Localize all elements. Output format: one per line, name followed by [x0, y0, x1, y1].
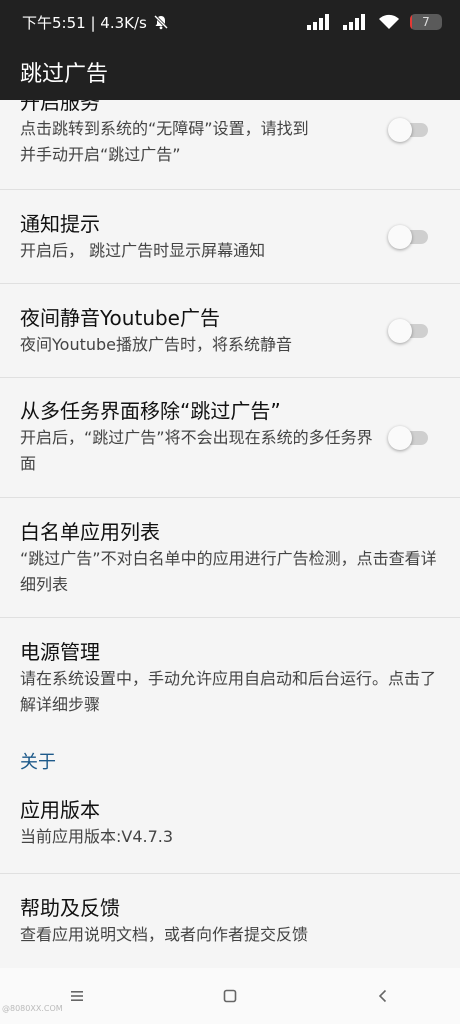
pref-youtube-mute[interactable]: 夜间静音Youtube广告 夜间Youtube播放广告时，将系统静音 [0, 284, 460, 378]
pref-summary: 请在系统设置中，手动允许应用自启动和后台运行。点击了解详细步骤 [20, 669, 437, 714]
battery-level: 7 [422, 15, 430, 29]
pref-remove-from-recents[interactable]: 从多任务界面移除“跳过广告” 开启后，“跳过广告”将不会出现在系统的多任务界面 [0, 378, 460, 498]
nav-back-button[interactable] [363, 976, 403, 1016]
category-about: 关于 [0, 736, 460, 782]
battery-indicator: 7 [410, 14, 442, 30]
settings-list[interactable]: 开启服务 点击跳转到系统的“无障碍”设置，请找到并手动开启“跳过广告” 通知提示… [0, 100, 460, 968]
nav-home-button[interactable] [210, 976, 250, 1016]
pref-accessibility-service[interactable]: 开启服务 点击跳转到系统的“无障碍”设置，请找到并手动开启“跳过广告” [0, 100, 460, 190]
pref-title: 开启服务 [20, 100, 100, 114]
home-square-icon [223, 989, 237, 1003]
watermark: @8080XX.COM [2, 1004, 63, 1013]
app-bar: 跳过广告 [0, 44, 460, 100]
pref-summary: 查看应用说明文档，或者向作者提交反馈 [20, 925, 309, 944]
youtube-mute-switch[interactable] [388, 319, 428, 343]
status-time-speed: 下午5:51 | 4.3K/s [22, 13, 147, 32]
pref-summary: 开启后，“跳过广告”将不会出现在系统的多任务界面 [20, 428, 373, 473]
status-right: 7 [306, 14, 442, 30]
pref-whitelist[interactable]: 白名单应用列表 “跳过广告”不对白名单中的应用进行广告检测，点击查看详细列表 [0, 498, 460, 618]
page-title: 跳过广告 [20, 62, 109, 87]
bell-off-icon [153, 14, 168, 30]
status-left: 下午5:51 | 4.3K/s [22, 12, 169, 33]
remove-from-recents-switch[interactable] [388, 426, 428, 450]
pref-summary: “跳过广告”不对白名单中的应用进行广告检测，点击查看详细列表 [20, 549, 437, 594]
battery-fill [410, 14, 413, 30]
pref-power-management[interactable]: 电源管理 请在系统设置中，手动允许应用自启动和后台运行。点击了解详细步骤 [0, 618, 460, 736]
category-title: 关于 [20, 752, 56, 773]
pref-title: 白名单应用列表 [20, 520, 160, 544]
pref-summary: 夜间Youtube播放广告时，将系统静音 [20, 335, 292, 354]
pref-title: 帮助及反馈 [20, 896, 120, 920]
pref-summary: 当前应用版本:V4.7.3 [20, 827, 174, 846]
pref-title: 从多任务界面移除“跳过广告” [20, 399, 281, 423]
pref-app-version[interactable]: 应用版本 当前应用版本:V4.7.3 [0, 782, 460, 874]
pref-help-feedback[interactable]: 帮助及反馈 查看应用说明文档，或者向作者提交反馈 [0, 874, 460, 966]
signal-icon [343, 14, 365, 30]
pref-summary: 开启后， 跳过广告时显示屏幕通知 [20, 241, 266, 260]
back-chevron-icon [379, 989, 387, 1003]
pref-title: 通知提示 [20, 212, 100, 236]
pref-title: 应用版本 [20, 798, 100, 822]
pref-title: 电源管理 [20, 640, 100, 664]
status-bar: 下午5:51 | 4.3K/s 7 [0, 0, 460, 44]
pref-title: 夜间静音Youtube广告 [20, 306, 220, 330]
menu-icon [70, 991, 83, 1001]
accessibility-service-switch[interactable] [388, 118, 428, 142]
wifi-icon [379, 14, 399, 29]
pref-notification[interactable]: 通知提示 开启后， 跳过广告时显示屏幕通知 [0, 190, 460, 284]
pref-summary: 点击跳转到系统的“无障碍”设置，请找到并手动开启“跳过广告” [20, 119, 309, 164]
signal-icon [307, 14, 329, 30]
notification-switch[interactable] [388, 225, 428, 249]
navigation-bar [0, 968, 460, 1024]
